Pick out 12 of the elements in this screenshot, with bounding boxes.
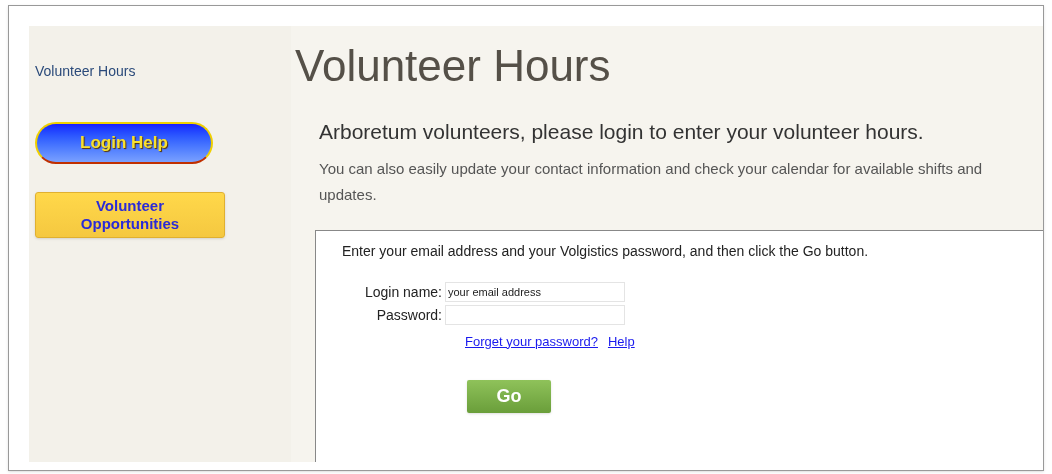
sidebar-link[interactable]: Volunteer Hours <box>35 61 136 82</box>
intro-text: You can also easily update your contact information and check your calendar for available shifts and updates. <box>319 158 984 205</box>
password-field[interactable] <box>445 305 625 325</box>
instructions-text: Enter your email address and your Volgistics password, and then click the Go button. <box>342 241 870 261</box>
heading: Arboretum volunteers, please login to enter your volunteer hours. <box>319 119 925 145</box>
field-label: Password: <box>375 305 442 325</box>
page-title: Volunteer Hours <box>295 40 611 92</box>
link[interactable]: Help <box>607 331 635 351</box>
link[interactable]: Forget your password? <box>465 331 598 351</box>
opportunities-button[interactable]: Volunteer Opportunities <box>35 192 225 238</box>
login-name-field[interactable]: your email address <box>445 282 625 302</box>
field-label: Login name: <box>363 282 442 302</box>
